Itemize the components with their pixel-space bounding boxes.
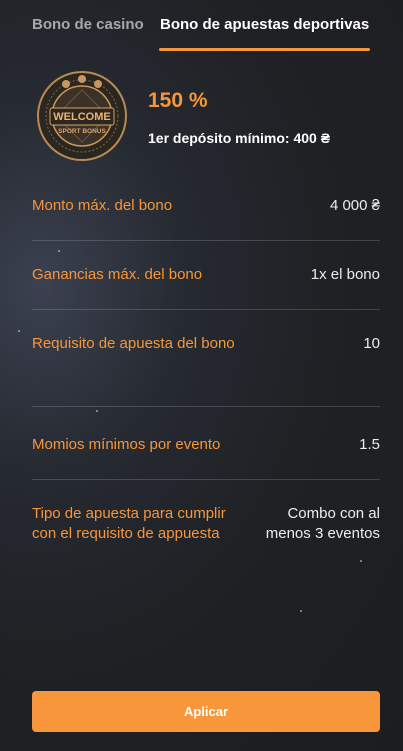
- divider: [32, 240, 380, 241]
- divider: [32, 309, 380, 310]
- detail-value: Combo con al menos 3 eventos: [266, 504, 380, 544]
- welcome-sport-bonus-badge-icon: WELCOME SPORT BONUS: [36, 70, 128, 162]
- detail-row-max-winnings: Ganancias máx. del bono 1x el bono: [32, 265, 380, 287]
- detail-value-line: Combo con al: [287, 505, 380, 522]
- detail-value: 1.5: [359, 436, 380, 453]
- svg-text:WELCOME: WELCOME: [53, 111, 110, 123]
- apply-button[interactable]: Aplicar: [32, 691, 380, 732]
- detail-label: Tipo de apuesta para cumplir con el requ…: [32, 504, 226, 544]
- star-speck: [58, 250, 60, 252]
- detail-row-bet-type: Tipo de apuesta para cumplir con el requ…: [32, 504, 380, 548]
- star-speck: [18, 330, 20, 332]
- min-deposit-text: 1er depósito mínimo: 400 ₴: [148, 130, 331, 146]
- detail-label: Momios mínimos por evento: [32, 436, 221, 453]
- detail-label: Requisito de apuesta del bono: [32, 335, 235, 352]
- detail-value: 10: [363, 335, 380, 352]
- detail-row-wager-requirement: Requisito de apuesta del bono 10: [32, 334, 380, 356]
- divider: [32, 479, 380, 480]
- star-speck: [300, 610, 302, 612]
- detail-label: Monto máx. del bono: [32, 197, 173, 214]
- detail-row-min-odds: Momios mínimos por evento 1.5: [32, 435, 380, 457]
- divider: [32, 406, 380, 407]
- tab-sports-bonus[interactable]: Bono de apuestas deportivas: [160, 16, 369, 33]
- detail-label-line: con el requisito de appuesta: [32, 525, 220, 542]
- svg-text:SPORT BONUS: SPORT BONUS: [58, 128, 106, 135]
- detail-label: Ganancias máx. del bono: [32, 266, 203, 283]
- tab-casino-bonus[interactable]: Bono de casino: [32, 16, 144, 33]
- bonus-tabs: Bono de casino Bono de apuestas deportiv…: [0, 0, 403, 52]
- detail-label-line: Tipo de apuesta para cumplir: [32, 505, 226, 522]
- detail-row-max-bonus: Monto máx. del bono 4 000 ₴: [32, 196, 380, 218]
- bonus-percent: 150 %: [148, 89, 208, 112]
- star-speck: [96, 410, 98, 412]
- star-speck: [360, 560, 362, 562]
- detail-value-line: menos 3 eventos: [265, 525, 380, 542]
- detail-value: 4 000 ₴: [329, 197, 380, 214]
- active-tab-indicator: [159, 48, 370, 51]
- detail-value: 1x el bono: [310, 266, 380, 283]
